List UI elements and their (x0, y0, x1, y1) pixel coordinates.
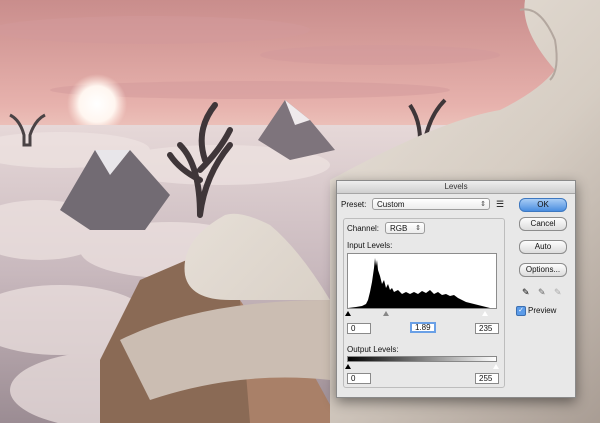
auto-button[interactable]: Auto (519, 240, 567, 254)
channel-value: RGB (390, 224, 408, 233)
output-white-slider[interactable] (493, 364, 499, 369)
input-white-field[interactable] (475, 323, 499, 334)
channel-select[interactable]: RGB ⇕ (385, 222, 425, 234)
preset-select[interactable]: Custom ⇕ (372, 198, 490, 210)
input-white-slider[interactable] (482, 311, 488, 316)
gray-eyedropper-icon[interactable]: ✎ (538, 287, 546, 298)
channel-label: Channel: (347, 224, 380, 233)
histogram-graph (348, 258, 496, 308)
output-white-field[interactable] (475, 373, 499, 384)
ok-button[interactable]: OK (519, 198, 567, 212)
preset-label: Preset: (341, 200, 367, 209)
histogram (347, 253, 497, 309)
input-gamma-slider[interactable] (383, 311, 389, 316)
cancel-button[interactable]: Cancel (519, 217, 567, 231)
input-gamma-field[interactable] (410, 322, 436, 333)
preset-value: Custom (377, 200, 405, 209)
dialog-title: Levels (337, 181, 575, 194)
white-eyedropper-icon[interactable]: ✎ (554, 287, 562, 298)
input-black-field[interactable] (347, 323, 371, 334)
preview-label: Preview (528, 306, 557, 315)
chevron-updown-icon: ⇕ (480, 201, 486, 208)
checkmark-icon: ✓ (518, 307, 524, 314)
options-button[interactable]: Options... (519, 263, 567, 277)
input-levels-label: Input Levels: (347, 241, 393, 250)
preset-options-icon[interactable]: ☰ (496, 199, 504, 210)
output-levels-label: Output Levels: (347, 345, 399, 354)
output-gradient-bar (347, 356, 497, 362)
chevron-updown-icon: ⇕ (415, 225, 421, 232)
output-black-field[interactable] (347, 373, 371, 384)
input-black-slider[interactable] (345, 311, 351, 316)
black-eyedropper-icon[interactable]: ✎ (522, 287, 530, 298)
preview-checkbox[interactable]: ✓ (516, 306, 526, 316)
output-black-slider[interactable] (345, 364, 351, 369)
